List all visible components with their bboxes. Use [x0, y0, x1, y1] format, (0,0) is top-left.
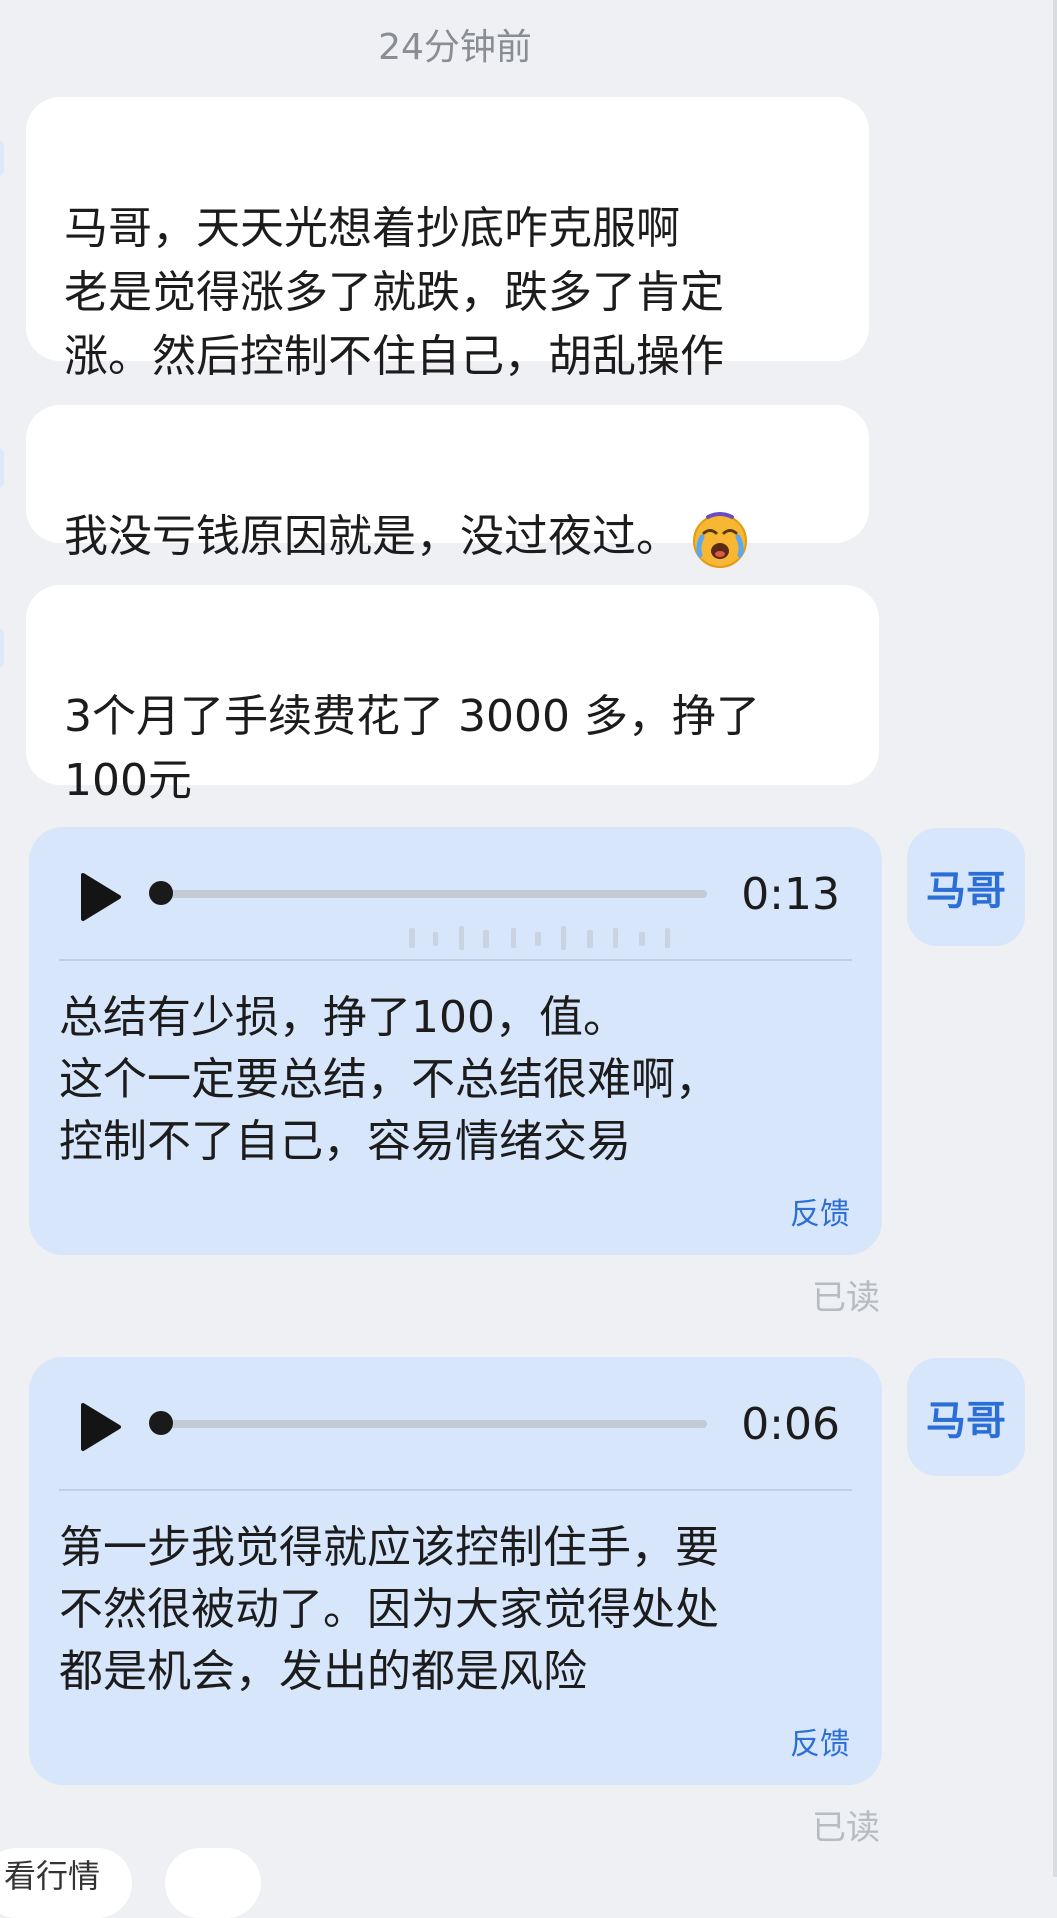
- play-icon[interactable]: [69, 867, 129, 927]
- message-text: 我没亏钱原因就是，没过夜过。: [64, 511, 680, 562]
- transcript-divider: [59, 959, 852, 961]
- quick-reply-label: 看行情: [4, 1857, 101, 1895]
- right-edge-strip: [1053, 0, 1057, 1877]
- waveform-graphic: [409, 926, 670, 950]
- playback-progress-handle[interactable]: [149, 1411, 173, 1435]
- avatar-edge: [0, 140, 4, 176]
- quick-reply-chip[interactable]: 看行情: [0, 1848, 132, 1918]
- feedback-link[interactable]: 反馈: [790, 1719, 850, 1763]
- avatar-label: 马哥: [926, 1398, 1006, 1444]
- avatar-edge: [0, 628, 4, 668]
- voice-message-bubble[interactable]: 0:06 第一步我觉得就应该控制住手，要 不然很被动了。因为大家觉得处处 都是机…: [29, 1357, 882, 1785]
- avatar-edge: [0, 448, 4, 488]
- voice-message-bubble[interactable]: 0:13 总结有少损，挣了100，值。 这个一定要总结，不总结很难啊， 控制不了…: [29, 827, 882, 1255]
- message-timestamp: 24分钟前: [378, 27, 532, 68]
- voice-transcript: 总结有少损，挣了100，值。 这个一定要总结，不总结很难啊， 控制不了自己，容易…: [59, 992, 719, 1167]
- incoming-message-bubble[interactable]: 3个月了手续费花了 3000 多，挣了 100元: [26, 585, 879, 806]
- read-status: 已读: [812, 1808, 880, 1848]
- transcript-divider: [59, 1489, 852, 1491]
- read-status: 已读: [812, 1278, 880, 1318]
- quick-reply-chip[interactable]: [165, 1848, 261, 1918]
- message-text: 马哥，天天光想着抄底咋克服啊 老是觉得涨多了就跌，跌多了肯定 涨。然后控制不住自…: [64, 203, 724, 382]
- voice-transcript: 第一步我觉得就应该控制住手，要 不然很被动了。因为大家觉得处处 都是机会，发出的…: [59, 1522, 719, 1697]
- feedback-link[interactable]: 反馈: [790, 1189, 850, 1233]
- incoming-message-bubble[interactable]: 马哥，天天光想着抄底咋克服啊 老是觉得涨多了就跌，跌多了肯定 涨。然后控制不住自…: [26, 97, 869, 382]
- sender-avatar[interactable]: 马哥: [907, 828, 1025, 946]
- voice-duration: 0:06: [741, 1399, 840, 1450]
- message-text: 3个月了手续费花了 3000 多，挣了 100元: [64, 691, 760, 806]
- playback-progress-handle[interactable]: [149, 881, 173, 905]
- sender-avatar[interactable]: 马哥: [907, 1358, 1025, 1476]
- playback-progress-track[interactable]: [159, 1420, 707, 1428]
- play-icon[interactable]: [69, 1397, 129, 1457]
- crying-face-emoji-icon: [693, 512, 747, 568]
- incoming-message-bubble[interactable]: 我没亏钱原因就是，没过夜过。: [26, 405, 869, 568]
- avatar-label: 马哥: [926, 868, 1006, 914]
- voice-duration: 0:13: [741, 869, 840, 920]
- playback-progress-track[interactable]: [159, 890, 707, 898]
